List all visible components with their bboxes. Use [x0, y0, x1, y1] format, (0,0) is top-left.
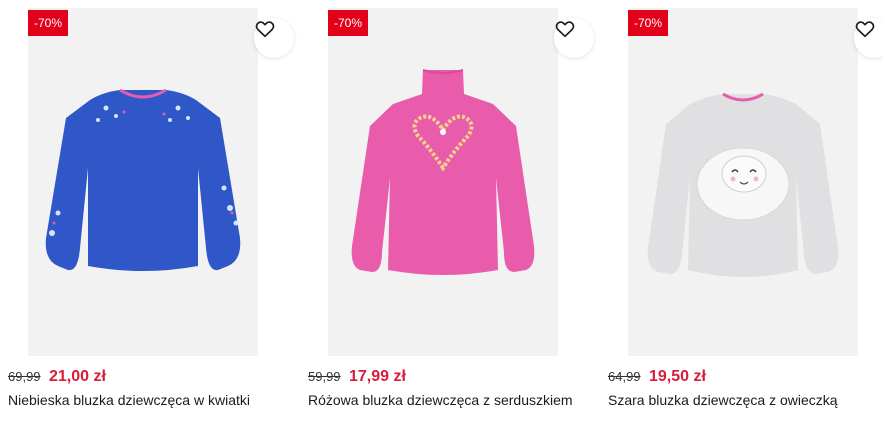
product-image-grey-sheep-top[interactable]: -70% — [628, 8, 883, 356]
discount-badge: -70% — [328, 10, 368, 36]
product-card[interactable]: -70% 64,99 19,50 zł Szara bluzka dziewcz… — [608, 8, 883, 428]
old-price: 59,99 — [308, 369, 341, 384]
wishlist-button[interactable] — [254, 18, 294, 58]
old-price: 69,99 — [8, 369, 41, 384]
product-image-pink-heart-turtleneck[interactable]: -70% — [328, 8, 594, 356]
sale-price: 19,50 zł — [649, 368, 706, 385]
sale-price: 21,00 zł — [49, 368, 106, 385]
product-name-link[interactable]: Niebieska bluzka dziewczęca w kwiatki — [8, 392, 250, 408]
discount-badge: -70% — [28, 10, 68, 36]
grey-top-illustration — [647, 92, 839, 277]
product-name-link[interactable]: Różowa bluzka dziewczęca z serduszkiem — [308, 392, 573, 408]
pink-top-illustration — [351, 69, 535, 275]
product-card[interactable]: -70% 59,99 17,99 zł Różowa bluzka dziewc… — [308, 8, 594, 428]
heart-icon — [855, 21, 875, 38]
discount-badge: -70% — [628, 10, 668, 36]
blue-top-illustration — [45, 88, 241, 271]
product-image-blue-floral-top[interactable]: -70% — [28, 8, 294, 356]
old-price: 64,99 — [608, 369, 641, 384]
wishlist-button[interactable] — [554, 18, 594, 58]
wishlist-button[interactable] — [854, 18, 883, 58]
price-row: 69,99 21,00 zł — [8, 368, 106, 386]
sale-price: 17,99 zł — [349, 368, 406, 385]
product-grid: -70% 69,99 21,00 zł Niebieska bluzka dzi… — [8, 8, 883, 428]
price-row: 59,99 17,99 zł — [308, 368, 406, 386]
heart-icon — [255, 21, 275, 38]
heart-icon — [555, 21, 575, 38]
product-card[interactable]: -70% 69,99 21,00 zł Niebieska bluzka dzi… — [8, 8, 294, 428]
price-row: 64,99 19,50 zł — [608, 368, 706, 386]
product-name-link[interactable]: Szara bluzka dziewczęca z owieczką — [608, 392, 838, 408]
